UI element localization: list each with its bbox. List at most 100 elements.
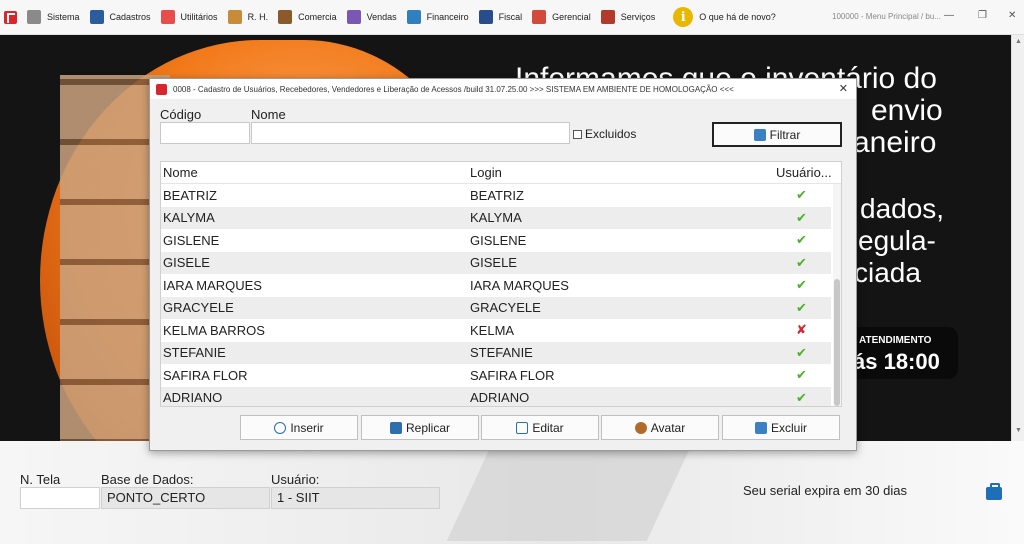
avatar-icon: [634, 421, 647, 434]
column-usuario[interactable]: Usuário...: [776, 165, 832, 180]
menu-item-sistema[interactable]: Sistema: [27, 10, 80, 24]
scroll-down-icon[interactable]: ▼: [1015, 427, 1022, 434]
table-row[interactable]: STEFANIE STEFANIE ✔: [161, 341, 831, 364]
check-icon: ✔: [796, 277, 807, 293]
menu-item-label: Serviços: [620, 12, 656, 22]
cell-login: KELMA: [470, 322, 515, 338]
excluir-button[interactable]: Excluir: [722, 415, 840, 440]
check-icon: ✔: [796, 187, 807, 203]
table-scroll-thumb[interactable]: [834, 279, 840, 406]
cell-nome: SAFIRA FLOR: [163, 367, 248, 383]
cell-nome: GISELE: [163, 255, 210, 271]
user-registration-dialog: 0008 - Cadastro de Usuários, Recebedores…: [149, 78, 857, 451]
menu-item-label: Gerencial: [552, 12, 591, 22]
dialog-titlebar: 0008 - Cadastro de Usuários, Recebedores…: [150, 79, 856, 99]
table-row[interactable]: GISELE GISELE ✔: [161, 251, 831, 274]
table-row[interactable]: IARA MARQUES IARA MARQUES ✔: [161, 274, 831, 297]
replicar-button[interactable]: Replicar: [361, 415, 479, 440]
menu-item-servicos[interactable]: Serviços: [600, 10, 656, 24]
app-logo-icon[interactable]: [4, 10, 17, 24]
rh-icon: [227, 10, 242, 24]
column-login[interactable]: Login: [470, 165, 502, 180]
menu-item-utilitarios[interactable]: Utilitários: [160, 10, 218, 24]
check-icon: ✔: [796, 367, 807, 383]
menu-item-financeiro[interactable]: Financeiro: [406, 10, 469, 24]
base-field: PONTO_CERTO: [101, 487, 270, 509]
gerencial-icon: [532, 10, 547, 24]
column-nome[interactable]: Nome: [163, 165, 198, 180]
menu-item-rh[interactable]: R. H.: [227, 10, 269, 24]
cell-login: ADRIANO: [470, 390, 530, 406]
base-label: Base de Dados:: [101, 472, 194, 487]
status-decoration: [446, 441, 694, 541]
users-table: Nome Login Usuário... BEATRIZ BEATRIZ ✔ KAL…: [160, 161, 842, 407]
cell-nome: ADRIANO: [163, 390, 223, 406]
excluir-label: Excluir: [770, 420, 807, 435]
pill-time: ás 18:00: [853, 349, 940, 374]
whats-new-label: O que há de novo?: [699, 12, 776, 22]
checkbox-box[interactable]: [573, 129, 582, 139]
menu-item-label: R. H.: [247, 12, 269, 22]
filtrar-button[interactable]: Filtrar: [712, 122, 842, 147]
table-row[interactable]: KALYMA KALYMA ✔: [161, 206, 831, 229]
banner-hours-pill: ATENDIMENTO ás 18:00: [845, 327, 958, 379]
minimize-icon[interactable]: —: [944, 10, 954, 21]
menu-item-comercial[interactable]: Comercia: [278, 10, 337, 24]
dialog-title: 0008 - Cadastro de Usuários, Recebedores…: [173, 84, 734, 94]
cell-login: STEFANIE: [470, 345, 533, 361]
dialog-logo-icon: [156, 83, 167, 95]
cell-nome: GRACYELE: [163, 300, 234, 316]
dialog-close-icon[interactable]: ✕: [839, 82, 848, 95]
menu-item-fiscal[interactable]: Fiscal: [478, 10, 522, 24]
briefcase-icon[interactable]: [986, 483, 1002, 500]
vendas-icon: [346, 10, 361, 24]
table-row[interactable]: GISLENE GISLENE ✔: [161, 229, 831, 252]
cell-login: GISLENE: [470, 232, 527, 248]
inserir-button[interactable]: Inserir: [240, 415, 358, 440]
table-row[interactable]: KELMA BARROS KELMA ✘: [161, 319, 831, 342]
check-icon: ✔: [796, 209, 807, 225]
avatar-button[interactable]: Avatar: [601, 415, 719, 440]
menu-item-vendas[interactable]: Vendas: [346, 10, 397, 24]
cell-login: BEATRIZ: [470, 187, 524, 203]
replicate-icon: [389, 421, 402, 434]
excluidos-checkbox[interactable]: Excluidos: [573, 127, 636, 141]
table-row[interactable]: GRACYELE GRACYELE ✔: [161, 296, 831, 319]
restore-icon[interactable]: ❐: [978, 10, 987, 21]
menu-item-gerencial[interactable]: Gerencial: [532, 10, 591, 24]
codigo-input[interactable]: [160, 122, 250, 144]
filter-icon: [753, 128, 766, 141]
editar-button[interactable]: Editar: [481, 415, 599, 440]
scroll-up-icon[interactable]: ▲: [1015, 38, 1022, 45]
table-scrollbar[interactable]: [833, 184, 841, 406]
cadastros-icon: [89, 10, 104, 24]
menu-item-cadastros[interactable]: Cadastros: [89, 10, 151, 24]
nome-input[interactable]: [251, 122, 570, 144]
cell-login: SAFIRA FLOR: [470, 367, 555, 383]
main-scrollbar[interactable]: ▲ ▼: [1011, 35, 1024, 441]
close-window-icon[interactable]: ✕: [1008, 10, 1016, 21]
serial-expiry-text: Seu serial expira em 30 dias: [743, 483, 908, 498]
table-row[interactable]: ADRIANO ADRIANO ✔: [161, 386, 831, 406]
cell-login: GRACYELE: [470, 300, 541, 316]
check-icon: ✔: [796, 389, 807, 405]
info-icon: i: [673, 7, 694, 27]
excluidos-label: Excluidos: [585, 127, 637, 141]
ntela-input[interactable]: [20, 487, 100, 509]
cell-nome: GISLENE: [163, 232, 220, 248]
check-icon: ✔: [796, 299, 807, 315]
whats-new-button[interactable]: i O que há de novo?: [673, 7, 776, 27]
cell-login: KALYMA: [470, 210, 522, 226]
menu-item-label: Sistema: [47, 12, 80, 22]
usuario-label: Usuário:: [271, 472, 320, 487]
table-header: Nome Login Usuário...: [161, 162, 841, 184]
check-icon: ✔: [796, 254, 807, 270]
menu-item-label: Financeiro: [426, 12, 469, 22]
utilitarios-icon: [160, 10, 175, 24]
table-row[interactable]: SAFIRA FLOR SAFIRA FLOR ✔: [161, 364, 831, 387]
plus-circle-icon: [274, 421, 287, 434]
table-row[interactable]: BEATRIZ BEATRIZ ✔: [161, 184, 831, 207]
menu-item-label: Cadastros: [109, 12, 151, 22]
inserir-label: Inserir: [290, 420, 324, 435]
menu-item-label: Comercia: [298, 12, 337, 22]
